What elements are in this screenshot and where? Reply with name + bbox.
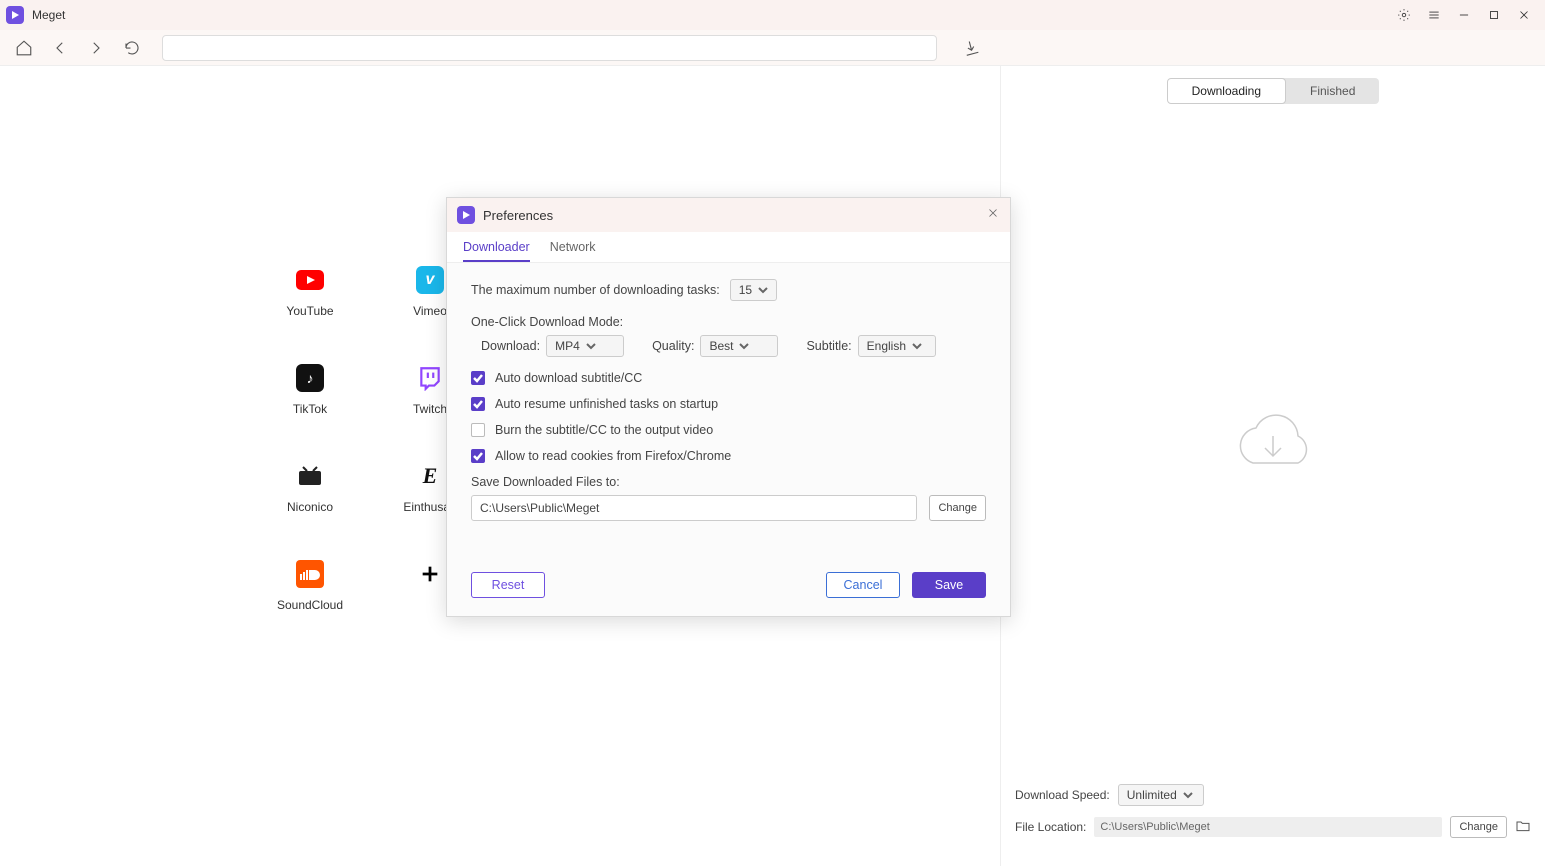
location-path: C:\Users\Public\Meget [1094,817,1442,837]
reload-button[interactable] [120,36,144,60]
subtitle-label: Subtitle: [806,339,851,353]
download-format-select[interactable]: MP4 [546,335,624,357]
max-tasks-value: 15 [739,283,752,297]
app-icon [6,6,24,24]
menu-icon[interactable] [1419,0,1449,30]
site-youtube[interactable]: YouTube [250,266,370,364]
gear-icon[interactable] [1389,0,1419,30]
chevron-down-icon [912,341,922,351]
download-tabs: Downloading Finished [1167,78,1380,104]
site-label: Niconico [287,500,333,514]
chk-cookies-label: Allow to read cookies from Firefox/Chrom… [495,449,731,463]
maximize-button[interactable] [1479,0,1509,30]
prefs-tabs: Downloader Network [447,232,1010,263]
app-icon [457,206,475,224]
tab-downloading[interactable]: Downloading [1167,78,1286,104]
site-label: YouTube [286,304,333,318]
dialog-title: Preferences [483,208,553,223]
quick-download-button[interactable] [959,36,983,60]
nav-bar [0,30,1545,66]
save-path-change-button[interactable]: Change [929,495,986,521]
download-panel: Downloading Finished Download Speed: Unl… [1000,66,1545,866]
chk-auto-sub-label: Auto download subtitle/CC [495,371,642,385]
tab-downloader[interactable]: Downloader [463,232,530,262]
site-label: Vimeo [413,304,447,318]
close-icon[interactable] [986,206,1000,225]
chk-burn-label: Burn the subtitle/CC to the output video [495,423,713,437]
empty-state [1001,114,1545,772]
save-button[interactable]: Save [912,572,986,598]
chk-auto-resume-label: Auto resume unfinished tasks on startup [495,397,718,411]
max-tasks-label: The maximum number of downloading tasks: [471,283,720,297]
back-button[interactable] [48,36,72,60]
site-label: SoundCloud [277,598,343,612]
quality-value: Best [709,339,733,353]
chevron-down-icon [739,341,749,351]
download-format-value: MP4 [555,339,580,353]
chevron-down-icon [586,341,596,351]
quality-select[interactable]: Best [700,335,778,357]
max-tasks-select[interactable]: 15 [730,279,777,301]
site-label: Twitch [413,402,447,416]
app-title: Meget [32,8,65,22]
title-bar: Meget [0,0,1545,30]
chevron-down-icon [1183,790,1193,800]
reset-button[interactable]: Reset [471,572,545,598]
subtitle-select[interactable]: English [858,335,936,357]
home-button[interactable] [12,36,36,60]
site-niconico[interactable]: Niconico [250,462,370,560]
save-path-input[interactable] [471,495,917,521]
speed-label: Download Speed: [1015,788,1110,802]
chk-auto-sub[interactable] [471,371,485,385]
forward-button[interactable] [84,36,108,60]
save-label: Save Downloaded Files to: [471,475,986,489]
chk-auto-resume[interactable] [471,397,485,411]
chk-burn[interactable] [471,423,485,437]
site-label: TikTok [293,402,327,416]
speed-value: Unlimited [1127,788,1177,802]
location-change-button[interactable]: Change [1450,816,1507,838]
preferences-dialog: Preferences Downloader Network The maxim… [446,197,1011,617]
folder-icon[interactable] [1515,818,1531,837]
subtitle-value: English [867,339,906,353]
speed-select[interactable]: Unlimited [1118,784,1204,806]
address-bar[interactable] [162,35,937,61]
download-label: Download: [481,339,540,353]
chevron-down-icon [758,285,768,295]
close-button[interactable] [1509,0,1539,30]
location-label: File Location: [1015,820,1086,834]
tab-finished[interactable]: Finished [1286,78,1379,104]
tab-network[interactable]: Network [550,232,596,262]
site-tiktok[interactable]: ♪ TikTok [250,364,370,462]
chk-cookies[interactable] [471,449,485,463]
oneclick-label: One-Click Download Mode: [471,315,986,329]
cancel-button[interactable]: Cancel [826,572,900,598]
site-soundcloud[interactable]: SoundCloud [250,560,370,658]
minimize-button[interactable] [1449,0,1479,30]
dialog-header: Preferences [447,198,1010,232]
quality-label: Quality: [652,339,694,353]
